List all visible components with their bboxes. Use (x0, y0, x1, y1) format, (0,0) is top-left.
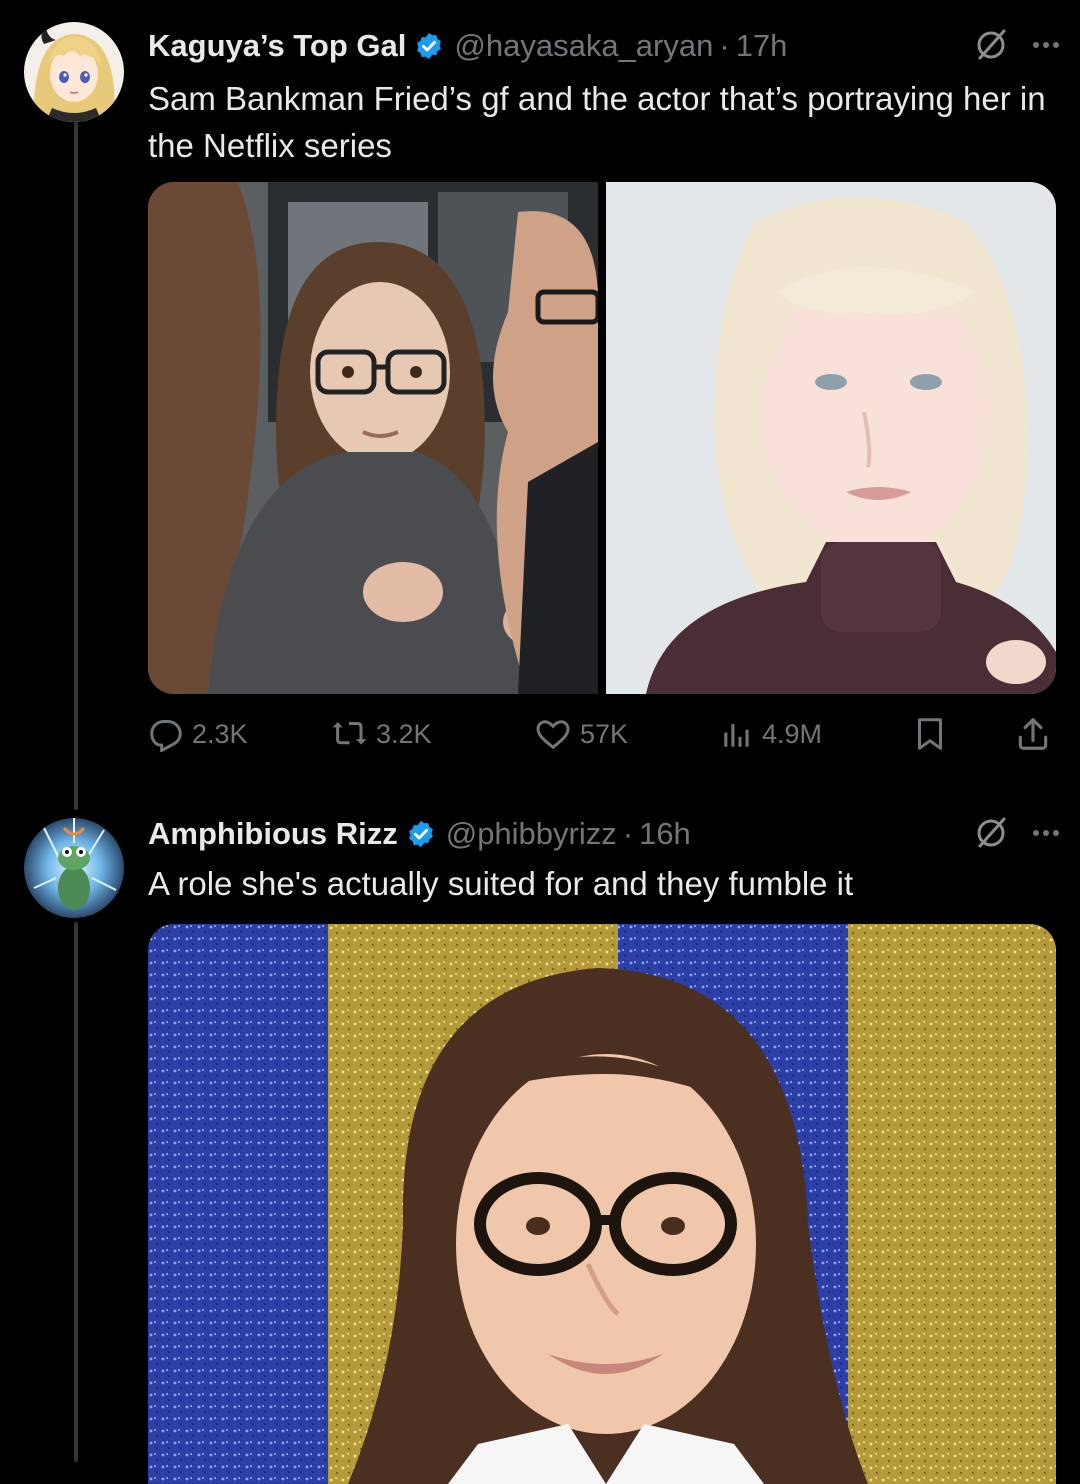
more-options-icon[interactable] (1032, 37, 1060, 55)
separator-dot: · (719, 28, 730, 63)
bookmark-button[interactable] (912, 715, 948, 753)
verified-badge-icon[interactable] (406, 819, 436, 849)
tweet-header: Kaguya’s Top Gal @hayasaka_aryan · 17h (148, 24, 1060, 68)
tweet-header: Amphibious Rizz @phibbyrizz · 16h (148, 812, 1060, 856)
views-button[interactable]: 4.9M (720, 716, 822, 752)
share-icon (1018, 718, 1048, 750)
tweet-text: Sam Bankman Fried’s gf and the actor tha… (148, 80, 1046, 164)
repost-button[interactable]: 3.2K (330, 716, 432, 752)
timestamp[interactable]: 17h (736, 28, 788, 64)
repost-icon (332, 722, 367, 745)
media-grid[interactable] (148, 182, 1056, 694)
glowing-frog-avatar-icon (24, 818, 124, 918)
display-name[interactable]: Amphibious Rizz (148, 816, 398, 852)
tweet-actions: 2.3K 3.2K 57K 4.9M (148, 709, 1056, 759)
reply-count: 2.3K (192, 718, 248, 749)
more-options-icon[interactable] (1032, 825, 1060, 843)
photo-woman-glasses-crowd-icon[interactable] (148, 182, 598, 694)
display-name[interactable]: Kaguya’s Top Gal (148, 28, 406, 64)
heart-icon (536, 720, 570, 750)
verified-badge-icon[interactable] (414, 31, 444, 61)
separator-dot: · (622, 816, 634, 851)
grok-icon[interactable] (974, 26, 1010, 67)
views-chart-icon (724, 724, 749, 747)
views-count: 4.9M (762, 718, 823, 749)
anime-girl-avatar-icon (24, 22, 124, 122)
reply-icon (150, 720, 182, 752)
avatar[interactable] (24, 22, 124, 122)
share-button[interactable] (1014, 715, 1052, 753)
avatar[interactable] (24, 818, 124, 918)
like-button[interactable]: 57K (534, 716, 628, 752)
timestamp[interactable]: 16h (639, 816, 691, 852)
photo-blonde-woman-turtleneck-icon[interactable] (606, 182, 1056, 694)
like-count: 57K (580, 718, 629, 749)
tweet[interactable]: Kaguya’s Top Gal @hayasaka_aryan · 17h S… (0, 0, 1080, 800)
reply-button[interactable]: 2.3K (148, 716, 248, 752)
tweet-text: A role she's actually suited for and the… (148, 865, 854, 902)
tweet[interactable]: Amphibious Rizz @phibbyrizz · 16h A role… (0, 800, 1080, 1484)
handle[interactable]: @phibbyrizz (446, 816, 617, 852)
photo-woman-glasses-glitter-backdrop-icon[interactable] (148, 924, 1056, 1484)
handle[interactable]: @hayasaka_aryan (454, 28, 713, 64)
bookmark-icon (918, 718, 942, 750)
grok-icon[interactable] (974, 814, 1010, 855)
media-divider (598, 182, 606, 694)
media-photo[interactable] (148, 924, 1056, 1484)
repost-count: 3.2K (376, 718, 432, 749)
